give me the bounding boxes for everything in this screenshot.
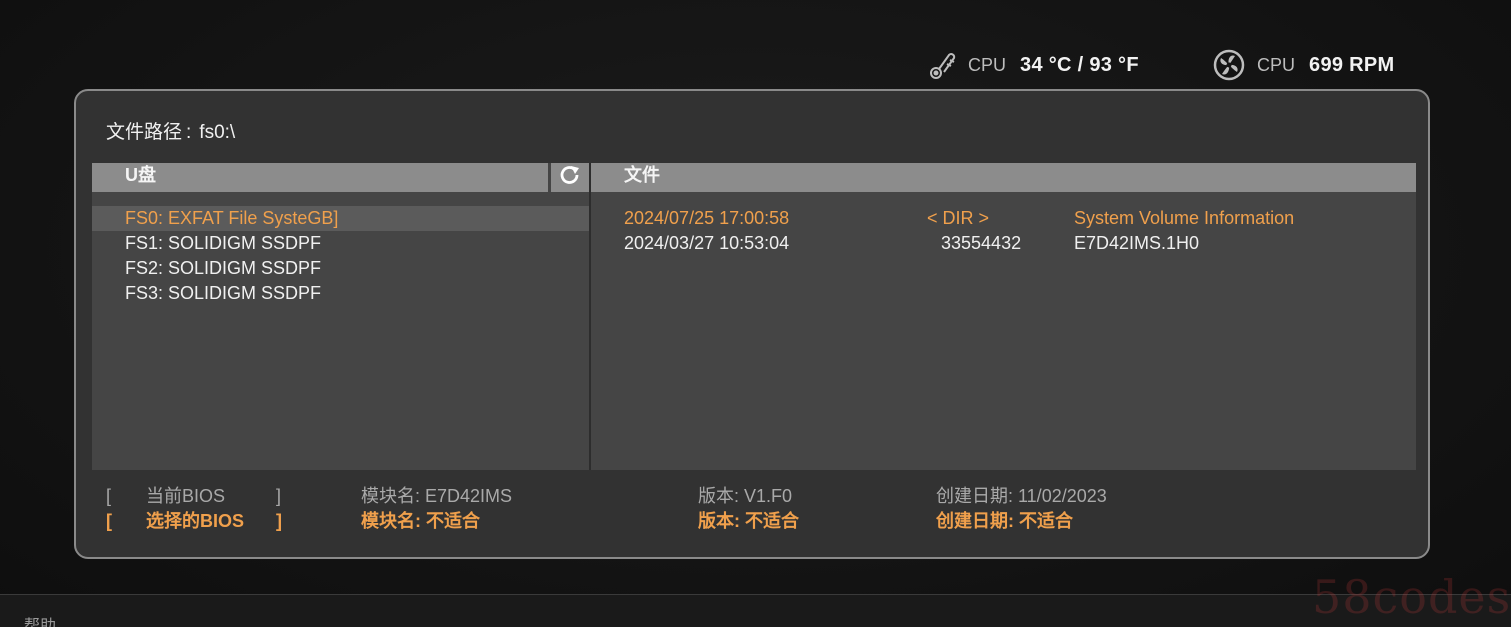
bracket-open: [ [106,486,112,506]
flash-utility-panel: 文件路径: fs0:\ U盘 FS0: EXFAT File SysteGB] F… [74,89,1430,559]
file-browser: U盘 FS0: EXFAT File SysteGB] FS1: SOLIDIG… [92,163,1416,470]
watermark: 58codes [1312,570,1511,624]
file-name: E7D42IMS.1H0 [1074,233,1200,253]
file-size: 33554432 [941,233,1022,253]
refresh-button[interactable] [551,163,589,192]
drive-item-fs2[interactable]: FS2: SOLIDIGM SSDPF [92,256,589,281]
fan-icon [1209,49,1249,81]
selected-bios-date: 创建日期: 不适合 [936,511,1073,531]
file-list: 2024/07/25 17:00:58 < DIR > System Volum… [591,206,1416,256]
cpu-temp-value: 34 °C / 93 °F [1020,53,1139,76]
cpu-temperature-status: CPU 34 °C / 93 °F [928,46,1139,84]
file-name: System Volume Information [1074,208,1295,228]
file-row-system-volume-information[interactable]: 2024/07/25 17:00:58 < DIR > System Volum… [591,206,1416,231]
drive-list: FS0: EXFAT File SysteGB] FS1: SOLIDIGM S… [92,206,589,306]
drive-column-header: U盘 [92,163,548,192]
cpu-temp-label: CPU [968,54,1007,75]
bios-info: [ 当前BIOS ] 模块名: E7D42IMS 版本: V1.F0 创建日期:… [106,484,1406,534]
selected-bios-row: [ 选择的BIOS ] 模块名: 不适合 版本: 不适合 创建日期: 不适合 [106,509,1406,534]
bracket-open: [ [106,511,112,531]
current-bios-module: 模块名: E7D42IMS [361,486,513,506]
selected-bios-version: 版本: 不适合 [698,511,799,531]
drive-column: U盘 FS0: EXFAT File SysteGB] FS1: SOLIDIG… [92,163,591,470]
file-path-label: 文件路径 [106,122,183,143]
cpu-fan-status: CPU 699 RPM [1209,46,1395,84]
file-size: < DIR > [927,208,990,228]
drive-item-fs1[interactable]: FS1: SOLIDIGM SSDPF [92,231,589,256]
cpu-fan-value: 699 RPM [1309,53,1395,76]
selected-bios-module: 模块名: 不适合 [361,511,480,531]
drive-item-fs3[interactable]: FS3: SOLIDIGM SSDPF [92,281,589,306]
refresh-icon [558,164,582,191]
current-bios-date: 创建日期: 11/02/2023 [936,486,1107,506]
file-date: 2024/03/27 10:53:04 [624,233,790,253]
current-bios-label: 当前BIOS [146,486,226,506]
current-bios-row: [ 当前BIOS ] 模块名: E7D42IMS 版本: V1.F0 创建日期:… [106,484,1406,509]
bios-flash-screen: CPU 34 °C / 93 °F CPU 699 RPM 文件路径: fs0:\ [0,0,1511,627]
bracket-close: ] [276,486,282,506]
bracket-close: ] [276,511,282,531]
file-date: 2024/07/25 17:00:58 [624,208,790,228]
help-label[interactable]: 帮助 [24,612,56,627]
file-row-bios-image[interactable]: 2024/03/27 10:53:04 33554432 E7D42IMS.1H… [591,231,1416,256]
selected-bios-label: 选择的BIOS [146,511,245,531]
thermometer-icon [928,50,960,80]
file-path-value: fs0:\ [199,122,236,143]
cpu-fan-label: CPU [1257,54,1296,75]
bottom-bar [0,594,1511,627]
drive-item-fs0[interactable]: FS0: EXFAT File SysteGB] [92,206,589,231]
file-path-separator: : [186,122,192,143]
file-path: 文件路径: fs0:\ [106,117,235,144]
current-bios-version: 版本: V1.F0 [698,486,793,506]
file-column-header: 文件 [591,163,1416,192]
file-column: 文件 2024/07/25 17:00:58 < DIR > System Vo… [591,163,1416,470]
